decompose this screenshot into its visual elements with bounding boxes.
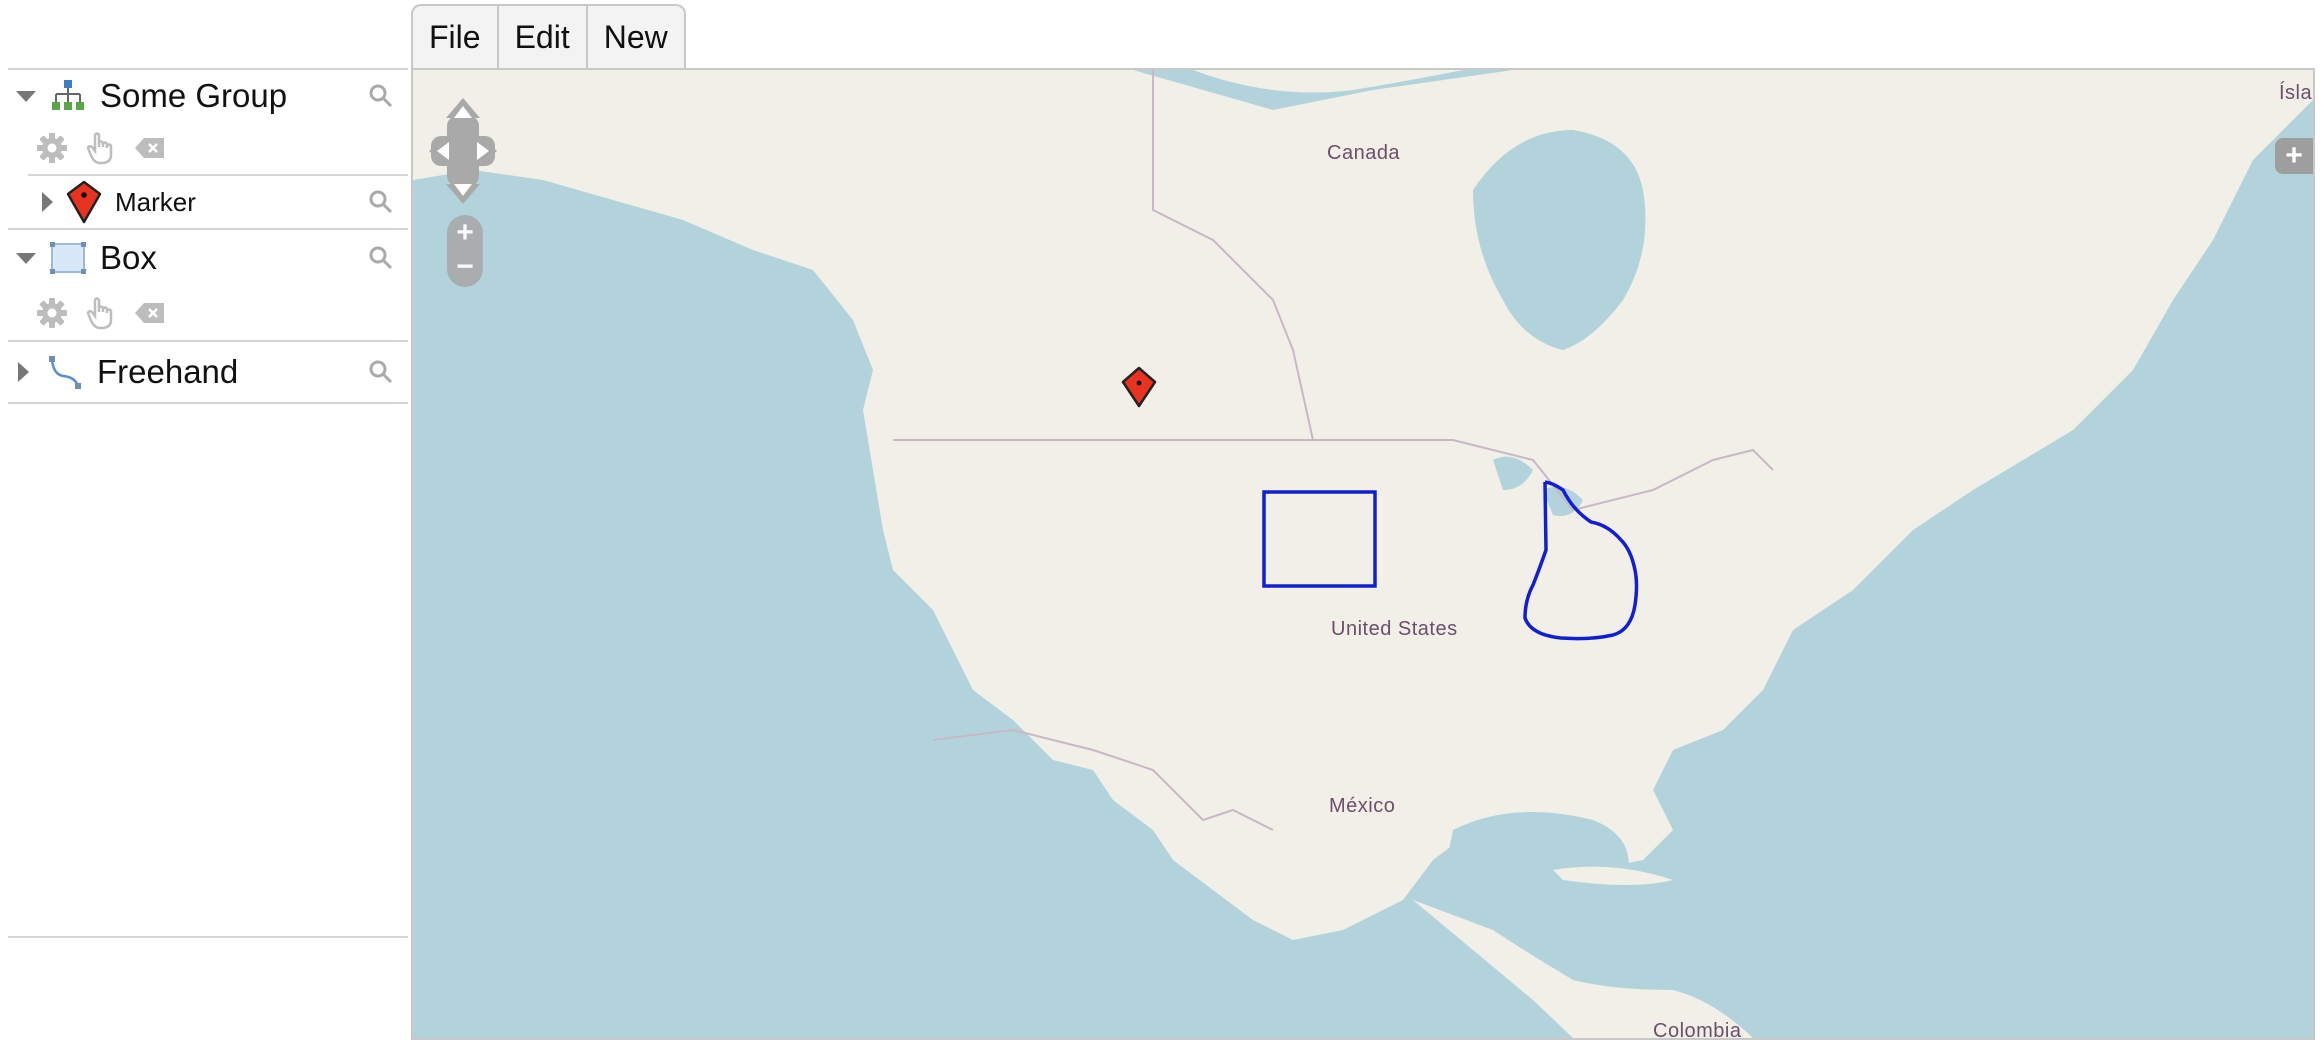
sidebar-bottom-divider: [8, 936, 408, 938]
select-hand-icon[interactable]: [86, 131, 116, 165]
layer-label: Freehand: [97, 353, 239, 390]
layer-tree: Some Group Marker Box Freehand: [8, 68, 408, 938]
settings-gear-icon[interactable]: [36, 297, 68, 329]
expand-toggle-icon[interactable]: [16, 90, 36, 102]
layer-tools: [8, 122, 408, 174]
zoom-to-layer-search-icon[interactable]: [368, 359, 394, 385]
layer-row-freehand[interactable]: Freehand: [8, 342, 408, 402]
layer-label: Box: [100, 239, 157, 276]
vector-features: [1121, 366, 1639, 641]
map-marker-feature[interactable]: [1121, 366, 1157, 408]
zoom-to-layer-search-icon[interactable]: [368, 83, 394, 109]
delete-backspace-icon[interactable]: [134, 301, 166, 325]
zoom-in-button[interactable]: +: [447, 215, 483, 251]
tab-edit[interactable]: Edit: [499, 6, 588, 68]
layer-row-marker[interactable]: Marker: [28, 174, 408, 228]
select-hand-icon[interactable]: [86, 296, 116, 330]
zoom-to-layer-search-icon[interactable]: [368, 245, 394, 271]
freehand-line-icon: [47, 354, 83, 390]
pan-control: [427, 96, 499, 206]
tab-new[interactable]: New: [588, 6, 684, 68]
layer-node-freehand: Freehand: [8, 342, 408, 404]
freehand-feature[interactable]: [1523, 480, 1639, 641]
layer-row-some-group[interactable]: Some Group: [8, 70, 408, 122]
tab-file[interactable]: File: [413, 6, 499, 68]
marker-pin-icon: [65, 180, 103, 224]
layer-label: Some Group: [100, 77, 288, 114]
layer-tools: [8, 286, 408, 340]
zoom-control: + −: [447, 215, 483, 287]
layer-label: Marker: [115, 186, 196, 217]
zoom-out-button[interactable]: −: [447, 249, 483, 285]
map-viewport[interactable]: Canada United States México Colombia Ísl…: [411, 68, 2315, 1040]
group-hierarchy-icon: [50, 78, 86, 114]
expand-toggle-icon[interactable]: [42, 192, 53, 212]
box-feature[interactable]: [1262, 490, 1377, 588]
settings-gear-icon[interactable]: [36, 132, 68, 164]
zoom-to-layer-search-icon[interactable]: [368, 189, 394, 215]
layer-switcher-button[interactable]: +: [2275, 138, 2313, 174]
box-rectangle-icon: [50, 241, 86, 275]
layer-row-box[interactable]: Box: [8, 230, 408, 286]
menu-bar: File Edit New: [411, 4, 686, 68]
layer-node-box: Box: [8, 230, 408, 342]
layer-node-some-group: Some Group Marker: [8, 70, 408, 230]
expand-toggle-icon[interactable]: [18, 362, 29, 382]
expand-toggle-icon[interactable]: [16, 252, 36, 264]
delete-backspace-icon[interactable]: [134, 136, 166, 160]
